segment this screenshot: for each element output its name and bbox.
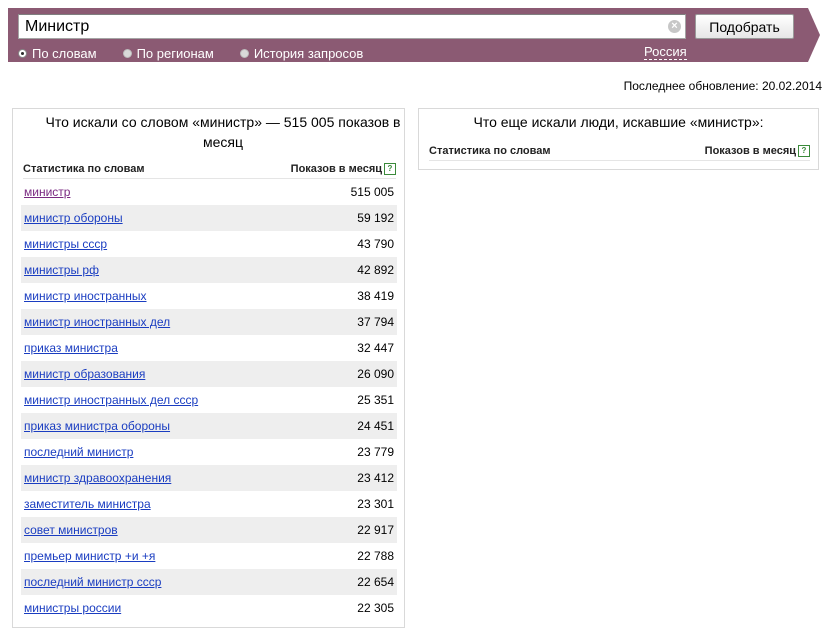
right-table-header: Статистика по словам Показов в месяц ? (429, 144, 810, 161)
phrase-link[interactable]: министры россии (24, 601, 121, 615)
table-row: министр иностранных 38 419 (21, 283, 397, 309)
phrase-count: 23 301 (357, 497, 394, 511)
phrase-link[interactable]: последний министр ссср (24, 575, 161, 589)
table-row: министр иностранных дел 37 794 (21, 309, 397, 335)
phrase-count: 26 090 (357, 367, 394, 381)
phrase-link[interactable]: приказ министра (24, 341, 118, 355)
phrase-link[interactable]: министр обороны (24, 211, 123, 225)
search-input[interactable] (18, 14, 686, 39)
phrase-link[interactable]: министр иностранных дел (24, 315, 170, 329)
search-band: × Подобрать По словам По регионам Истори… (8, 8, 820, 62)
left-panel: Что искали со словом «министр» — 515 005… (12, 108, 405, 628)
phrase-link[interactable]: министр иностранных дел ссср (24, 393, 198, 407)
phrase-link[interactable]: последний министр (24, 445, 133, 459)
table-row: премьер министр +и +я 22 788 (21, 543, 397, 569)
region-selector[interactable]: Россия (644, 44, 687, 60)
phrase-count: 38 419 (357, 289, 394, 303)
mode-query-history[interactable]: История запросов (239, 45, 364, 61)
phrase-count: 25 351 (357, 393, 394, 407)
help-icon[interactable]: ? (384, 163, 396, 175)
table-row: министры ссср 43 790 (21, 231, 397, 257)
last-updated: Последнее обновление: 20.02.2014 (623, 79, 822, 93)
right-panel-title: Что еще искали люди, искавшие «министр»: (473, 114, 764, 130)
phrase-count: 23 412 (357, 471, 394, 485)
mode-by-regions-label: По регионам (136, 45, 214, 61)
phrase-link[interactable]: министр образования (24, 367, 145, 381)
column-header-stat: Статистика по словам (23, 163, 145, 175)
phrase-count: 42 892 (357, 263, 394, 277)
phrase-link[interactable]: премьер министр +и +я (24, 549, 155, 563)
mode-query-history-label: История запросов (253, 45, 364, 61)
table-row: последний министр ссср 22 654 (21, 569, 397, 595)
table-row: министр обороны 59 192 (21, 205, 397, 231)
column-header-count: Показов в месяц ? (291, 163, 396, 175)
help-icon[interactable]: ? (798, 145, 810, 157)
phrase-link[interactable]: министр (24, 185, 70, 199)
table-row: заместитель министра 23 301 (21, 491, 397, 517)
column-header-stat: Статистика по словам (429, 145, 551, 157)
column-header-count: Показов в месяц ? (705, 145, 810, 157)
column-header-count-label: Показов в месяц (704, 145, 796, 157)
phrase-count: 23 779 (357, 445, 394, 459)
radio-by-regions[interactable] (122, 48, 132, 58)
phrase-link[interactable]: заместитель министра (24, 497, 151, 511)
phrase-count: 22 654 (357, 575, 394, 589)
table-row: министр 515 005 (21, 179, 397, 205)
phrase-count: 32 447 (357, 341, 394, 355)
search-mode-group: По словам По регионам История запросов (18, 45, 389, 61)
phrase-count: 43 790 (357, 237, 394, 251)
phrase-count: 515 005 (350, 185, 394, 199)
phrase-link[interactable]: министр иностранных (24, 289, 147, 303)
mode-by-regions[interactable]: По регионам (122, 45, 214, 61)
phrase-count: 24 451 (357, 419, 394, 433)
table-row: министр иностранных дел ссср 25 351 (21, 387, 397, 413)
phrase-count: 37 794 (357, 315, 394, 329)
left-panel-title: Что искали со словом «министр» — 515 005… (45, 114, 401, 150)
phrase-link[interactable]: министр здравоохранения (24, 471, 171, 485)
table-row: совет министров 22 917 (21, 517, 397, 543)
clear-icon[interactable]: × (668, 20, 681, 33)
phrase-count: 22 788 (357, 549, 394, 563)
phrase-count: 22 305 (357, 601, 394, 615)
mode-by-words-label: По словам (32, 45, 97, 61)
radio-by-words[interactable] (18, 48, 27, 58)
phrase-link[interactable]: приказ министра обороны (24, 419, 170, 433)
submit-button[interactable]: Подобрать (695, 14, 794, 39)
table-row: министр здравоохранения 23 412 (21, 465, 397, 491)
phrase-count: 22 917 (357, 523, 394, 537)
right-panel: Что еще искали люди, искавшие «министр»:… (418, 108, 819, 170)
phrase-link[interactable]: министры рф (24, 263, 99, 277)
table-row: министр образования 26 090 (21, 361, 397, 387)
table-row: приказ министра 32 447 (21, 335, 397, 361)
phrase-link[interactable]: совет министров (24, 523, 118, 537)
phrase-link[interactable]: министры ссср (24, 237, 107, 251)
table-row: министры рф 42 892 (21, 257, 397, 283)
left-table-header: Статистика по словам Показов в месяц ? (23, 162, 396, 179)
mode-by-words[interactable]: По словам (18, 46, 97, 61)
column-header-count-label: Показов в месяц (290, 163, 382, 175)
phrase-count: 59 192 (357, 211, 394, 225)
left-table-rows: министр 515 005 министр обороны 59 192 мин… (21, 179, 397, 621)
table-row: последний министр 23 779 (21, 439, 397, 465)
radio-query-history[interactable] (239, 48, 249, 58)
table-row: министры россии 22 305 (21, 595, 397, 621)
table-row: приказ министра обороны 24 451 (21, 413, 397, 439)
